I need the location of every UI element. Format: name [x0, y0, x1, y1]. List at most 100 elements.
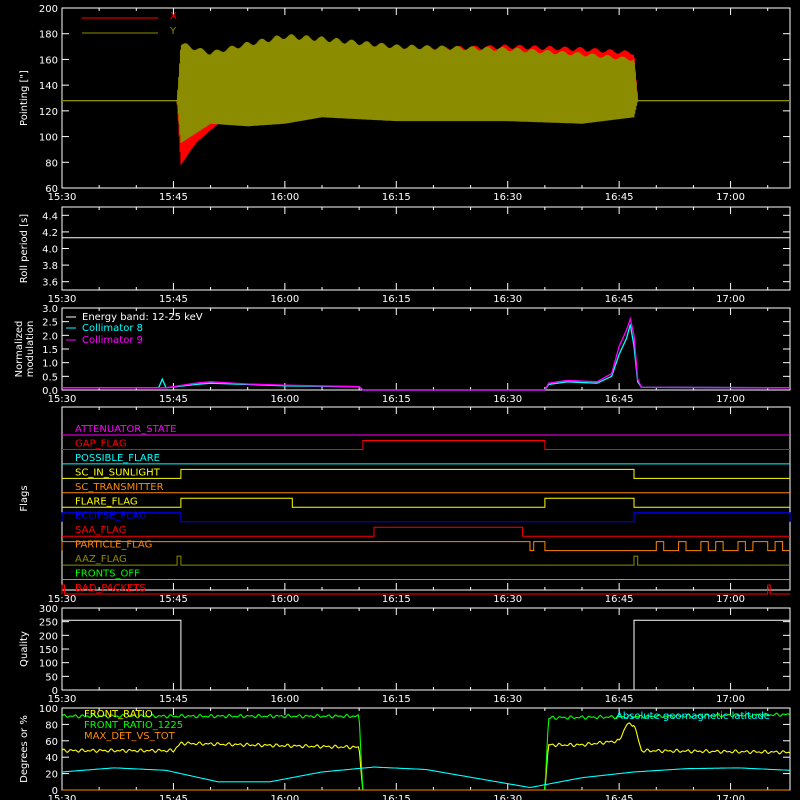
series-collimator-8-line: [62, 324, 791, 391]
flag-trace-aaz-flag: [62, 555, 790, 566]
panel-2-ytick-label: 1.5: [42, 345, 58, 356]
panel-0-ytick-label: 180: [39, 30, 58, 41]
panel-1-ytick-label: 4.4: [42, 211, 58, 222]
panel-1-xtick-label: 17:00: [716, 294, 745, 305]
panel-3-xtick-label: 16:15: [382, 594, 411, 605]
panel-5-xtick-label: 16:45: [605, 794, 634, 800]
panel-5-ytick-label: 100: [39, 704, 58, 715]
flag-label-possible-flare: POSSIBLE_FLARE: [75, 453, 160, 464]
panel-0-ytick-label: 100: [39, 133, 58, 144]
panel-3-xtick-label: 16:45: [605, 594, 634, 605]
panel-2-xtick-label: 17:00: [716, 394, 745, 405]
panel-2-ytick-label: 1.0: [42, 359, 58, 370]
panel-2-xtick-label: 16:30: [493, 394, 522, 405]
legend-max-det-vs-tot: MAX_DET_VS_TOT: [84, 731, 176, 742]
panel-0-xtick-label: 16:45: [605, 192, 634, 203]
panel-2-xtick-label: 16:15: [382, 394, 411, 405]
panel-2-ytick-label: 0.5: [42, 372, 58, 383]
panel-5-xtick-label: 16:15: [382, 794, 411, 800]
panel-0-ytick-label: 60: [45, 184, 58, 195]
panel-1-xtick-label: 16:15: [382, 294, 411, 305]
panel-4-ylabel: Quality: [19, 631, 30, 667]
flag-label-aaz-flag: AAZ_FLAG: [75, 554, 127, 565]
legend-geomagnetic-latitude: Absolute geomagnetic latitude: [616, 711, 770, 722]
series-y-pointing: [62, 34, 790, 143]
panel-4-xtick-label: 16:15: [382, 694, 411, 705]
panel-5-ytick-label: 40: [45, 753, 58, 764]
panel-5-xtick-label: 15:45: [159, 794, 188, 800]
panel-0-ytick-label: 80: [45, 158, 58, 169]
panel-4-ytick-label: 50: [45, 672, 58, 683]
panel-5-xtick-label: 16:30: [493, 794, 522, 800]
legend-x-label: X: [170, 11, 177, 22]
panel-1-frame: [61, 206, 791, 291]
panel-0-xtick-label: 16:30: [493, 192, 522, 203]
panel-2-ytick-label: 2.5: [42, 318, 58, 329]
flag-label-flare-flag: FLARE_FLAG: [75, 496, 138, 507]
panel-4-ytick-label: 250: [39, 618, 58, 629]
panel-1-ytick-label: 4.2: [42, 228, 58, 239]
flag-trace-gap-flag: [62, 440, 790, 450]
flag-label-sc-in-sunlight: SC_IN_SUNLIGHT: [75, 467, 161, 478]
flag-trace-saa-flag: [62, 526, 790, 537]
panel-4-ytick-label: 150: [39, 645, 58, 656]
flag-label-saa-flag: SAA_FLAG: [75, 525, 126, 536]
panel-3-xtick-label: 16:30: [493, 594, 522, 605]
panel-3-xtick-label: 16:00: [270, 594, 299, 605]
panel-0-ylabel: Pointing ["]: [19, 70, 30, 126]
flag-trace-eclipse-flag: [61, 512, 791, 523]
panel-5-ytick-label: 60: [45, 737, 58, 748]
legend-energy-band: Energy band: 12-25 keV: [82, 312, 203, 323]
panel-1-xtick-label: 16:00: [270, 294, 299, 305]
panel-4-xtick-label: 17:00: [716, 694, 745, 705]
panel-2-xtick-label: 15:45: [159, 394, 188, 405]
panel-1-ytick-label: 4.0: [42, 245, 58, 256]
panel-2-xtick-label: 16:45: [605, 394, 634, 405]
panel-2-xtick-label: 16:00: [270, 394, 299, 405]
panel-2-ylabel: modulation: [25, 321, 36, 378]
flag-label-bad-packets: BAD_PACKETS: [75, 583, 146, 594]
panel-5-ylabel: Degrees or %: [19, 715, 30, 783]
panel-1-ylabel: Roll period [s]: [19, 214, 30, 283]
panel-4-xtick-label: 16:00: [270, 694, 299, 705]
panel-4-ytick-label: 0: [52, 686, 58, 697]
panel-1-ytick-label: 3.6: [42, 278, 58, 289]
panel-0-xtick-label: 16:15: [382, 192, 411, 203]
panel-3-xtick-label: 15:45: [159, 594, 188, 605]
panel-4-ytick-label: 300: [39, 604, 58, 615]
panel-5-ytick-label: 80: [45, 720, 58, 731]
flag-trace-particle-flag: [61, 541, 790, 552]
panel-1-xtick-label: 16:30: [493, 294, 522, 305]
panel-4-xtick-label: 16:45: [605, 694, 634, 705]
panel-1-xtick-label: 16:45: [605, 294, 634, 305]
legend-front-ratio-1225: FRONT_RATIO_1225: [84, 720, 183, 731]
series-y-line: [62, 34, 790, 143]
panel-4-ytick-label: 200: [39, 631, 58, 642]
plot-canvas: 15:30 15:45 16:00 16:15 16:30 16:45 17:00 60 80 1…: [0, 0, 800, 800]
panel-0-ytick-label: 140: [39, 81, 58, 92]
panel-4-xtick-label: 16:30: [493, 694, 522, 705]
panel-5-xtick-label: 17:00: [716, 794, 745, 800]
panel-1-ytick-label: 3.8: [42, 261, 58, 272]
panel-2-ytick-label: 0.0: [42, 386, 58, 397]
panel-0-xtick-label: 17:00: [716, 192, 745, 203]
series-collimator-9-line: [62, 316, 791, 391]
panel-0-ytick-label: 120: [39, 107, 58, 118]
flag-label-sc-transmitter: SC_TRANSMITTER: [75, 482, 164, 493]
panel-5-ytick-label: 20: [45, 770, 58, 781]
panel-0-ytick-label: 200: [39, 4, 58, 15]
flag-trace-sc-in-sunlight: [62, 468, 790, 479]
legend-collimator-8-label: Collimator 8: [82, 323, 143, 334]
legend-front-ratio: FRONT_RATIO: [84, 709, 153, 720]
multi-panel-chart: 15:30 15:45 16:00 16:15 16:30 16:45 17:0060801…: [14, 4, 791, 800]
series-absolute-geomagnetic-latitude-line: [61, 766, 790, 789]
panel-0-xtick-label: 16:00: [270, 192, 299, 203]
panel-2-ytick-label: 2.0: [42, 331, 58, 342]
legend-y-label: Y: [169, 26, 177, 37]
panel-4-ytick-label: 100: [39, 659, 58, 670]
panel-0-xtick-label: 15:45: [159, 192, 188, 203]
flag-label-fronts-off: FRONTS_OFF: [75, 569, 140, 580]
panel-4-xtick-label: 15:45: [159, 694, 188, 705]
flag-label-gap-flag: GAP_FLAG: [75, 438, 127, 449]
quality-line: [62, 619, 790, 691]
